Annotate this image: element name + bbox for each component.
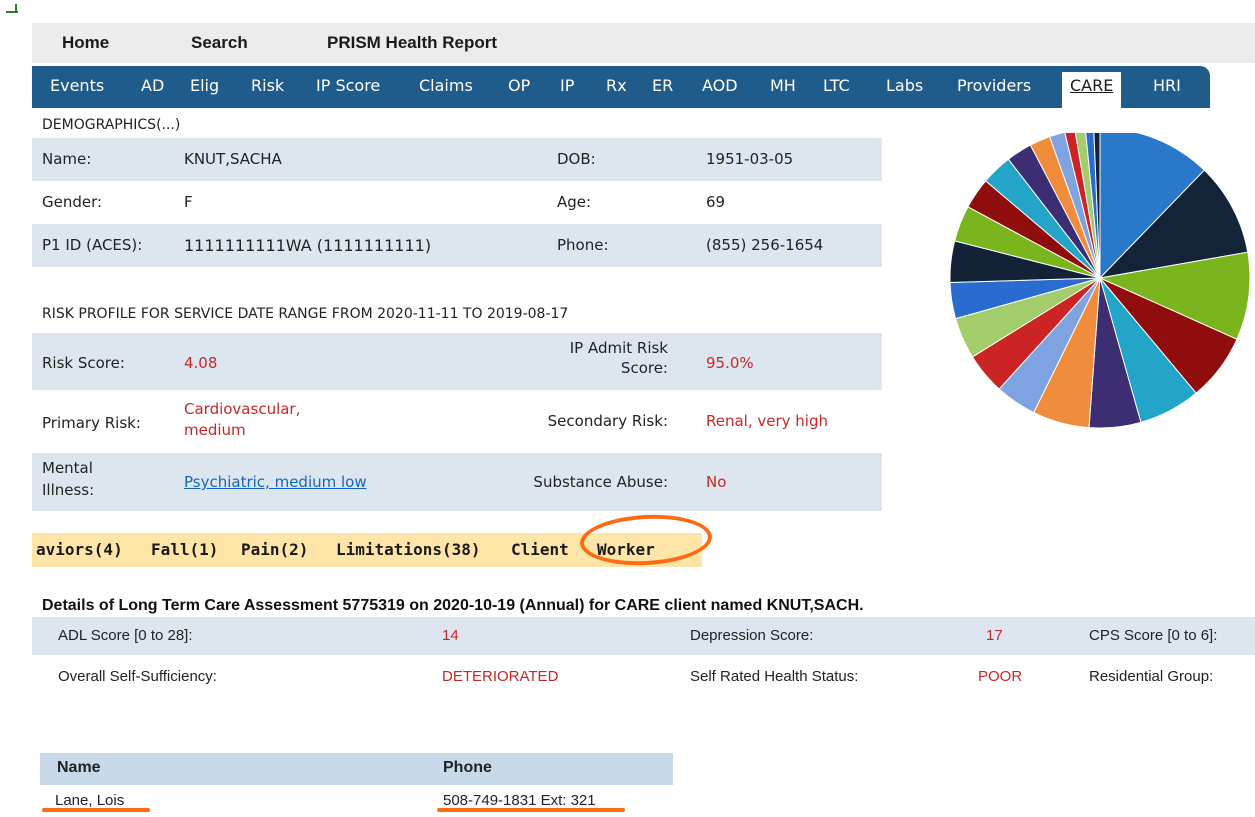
tab-rx[interactable]: Rx [606,76,627,95]
phone-value: (855) 256-1654 [706,236,824,254]
name-label: Name: [42,150,92,168]
tab-er[interactable]: ER [652,76,673,95]
demographics-row-name: Name: KNUT,SACHA DOB: 1951-03-05 [32,138,882,181]
substance-abuse-value: No [706,473,727,491]
gender-value: F [184,193,193,211]
tab-ltc[interactable]: LTC [823,76,850,95]
menu-search[interactable]: Search [191,33,248,53]
subtab-behaviors[interactable]: aviors(4) [36,540,123,559]
tab-claims[interactable]: Claims [419,76,473,95]
risk-profile-title: RISK PROFILE FOR SERVICE DATE RANGE FROM… [42,306,569,322]
tab-providers[interactable]: Providers [957,76,1031,95]
tab-ip[interactable]: IP [560,76,574,95]
column-header-phone: Phone [443,759,492,776]
risk-row-mental: Mental Illness: Psychiatric, medium low … [32,453,882,511]
risk-row-primary: Primary Risk: Cardiovascular, medium Sec… [32,390,882,453]
tab-care[interactable]: CARE [1062,72,1122,108]
self-sufficiency-label: Overall Self-Sufficiency: [58,668,217,685]
adl-score-label: ADL Score [0 to 28]: [58,627,193,644]
demographics-title: DEMOGRAPHICS(...) [42,117,181,133]
risk-score-label: Risk Score: [42,354,125,372]
p1-value: 1111111111WA (1111111111) [184,236,432,255]
tab-hri[interactable]: HRI [1153,76,1181,95]
tab-ip-score[interactable]: IP Score [316,76,380,95]
phone-underline-annotation [437,808,625,812]
depression-score-value: 17 [986,627,1003,644]
top-menu: Home Search PRISM Health Report [32,23,1255,63]
age-label: Age: [557,193,592,211]
worker-name: Lane, Lois [55,792,125,809]
tab-risk[interactable]: Risk [251,76,284,95]
depression-score-label: Depression Score: [690,627,814,644]
corner-mark-icon [6,0,20,14]
residential-group-label: Residential Group: [1089,668,1214,685]
tab-mh[interactable]: MH [770,76,796,95]
risk-table: Risk Score: 4.08 IP Admit Risk Score: 95… [32,333,882,511]
menu-prism-report[interactable]: PRISM Health Report [327,33,497,53]
tab-bar: Events AD Elig Risk IP Score Claims OP I… [32,66,1210,108]
subtab-limitations[interactable]: Limitations(38) [336,540,481,559]
column-header-name: Name [57,759,101,776]
gender-label: Gender: [42,193,103,211]
p1-label: P1 ID (ACES): [42,236,143,254]
self-sufficiency-value: DETERIORATED [442,668,559,685]
ip-admit-label-line1: IP Admit Risk [569,339,668,357]
risk-row-score: Risk Score: 4.08 IP Admit Risk Score: 95… [32,333,882,390]
worker-table-header: Name Phone [40,753,673,785]
name-value: KNUT,SACHA [184,150,282,168]
risk-score-value: 4.08 [184,354,218,372]
mental-illness-label-line2: Illness: [42,481,95,499]
worker-table: Name Phone Lane, Lois 508-749-1831 Ext: … [40,753,673,815]
subtab-client[interactable]: Client [511,540,569,559]
adl-score-value: 14 [442,627,459,644]
ip-admit-value: 95.0% [706,354,754,372]
assessment-row-status: Overall Self-Sufficiency: DETERIORATED S… [32,658,1255,696]
menu-home[interactable]: Home [62,33,109,53]
primary-risk-value-line1: Cardiovascular, [184,400,301,418]
subtab-fall[interactable]: Fall(1) [151,540,218,559]
dob-label: DOB: [557,150,596,168]
tab-elig[interactable]: Elig [190,76,219,95]
name-underline-annotation [42,808,150,812]
demographics-row-p1: P1 ID (ACES): 1111111111WA (1111111111) … [32,224,882,267]
tab-events[interactable]: Events [50,76,104,95]
assessment-row-scores: ADL Score [0 to 28]: 14 Depression Score… [32,617,1255,655]
secondary-risk-value: Renal, very high [706,412,828,430]
tab-ad[interactable]: AD [141,76,164,95]
tab-op[interactable]: OP [508,76,530,95]
subtab-pain[interactable]: Pain(2) [241,540,308,559]
ip-admit-label-line2: Score: [620,359,668,377]
secondary-risk-label: Secondary Risk: [547,412,668,430]
cps-score-label: CPS Score [0 to 6]: [1089,627,1218,644]
risk-pie-chart [949,133,1251,429]
age-value: 69 [706,193,726,211]
demographics-table: Name: KNUT,SACHA DOB: 1951-03-05 Gender:… [32,138,882,267]
primary-risk-label: Primary Risk: [42,414,141,432]
mental-illness-label-line1: Mental [42,459,93,477]
mental-illness-link[interactable]: Psychiatric, medium low [184,473,367,491]
health-status-value: POOR [978,668,1023,685]
tab-aod[interactable]: AOD [702,76,738,95]
demographics-row-gender: Gender: F Age: 69 [32,181,882,224]
substance-abuse-label: Substance Abuse: [533,473,668,491]
worker-phone: 508-749-1831 Ext: 321 [443,792,596,809]
primary-risk-value-line2: medium [184,421,246,439]
dob-value: 1951-03-05 [706,150,794,168]
tab-labs[interactable]: Labs [886,76,923,95]
assessment-details-title: Details of Long Term Care Assessment 577… [42,597,864,614]
phone-label: Phone: [557,236,609,254]
health-status-label: Self Rated Health Status: [690,668,859,685]
